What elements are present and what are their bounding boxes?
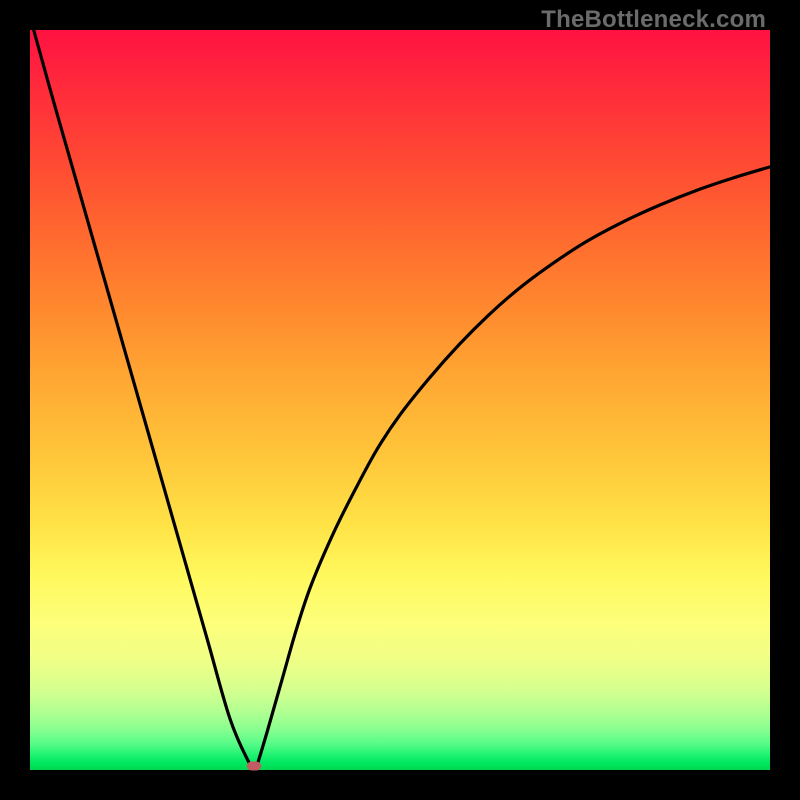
plot-area (30, 30, 770, 770)
curve-left-branch (34, 30, 256, 770)
curve-right-branch (256, 167, 770, 770)
minimum-marker (247, 761, 261, 770)
curve-layer (30, 30, 770, 770)
chart-frame: TheBottleneck.com (0, 0, 800, 800)
